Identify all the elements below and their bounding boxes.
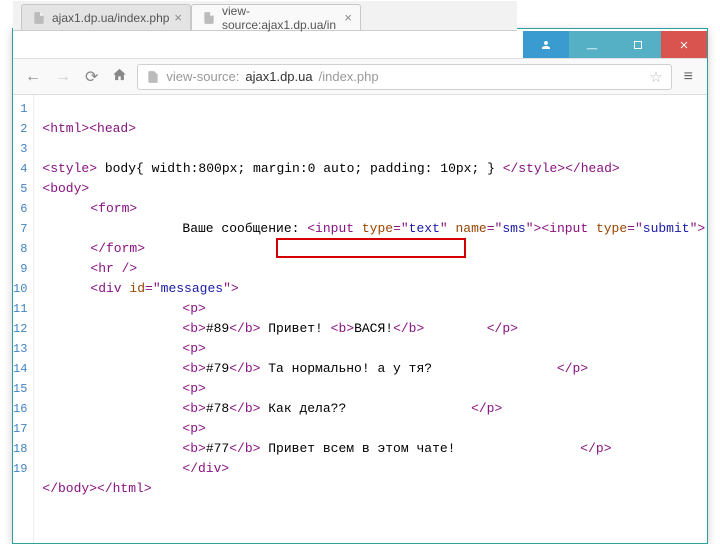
url-scheme: view-source: <box>166 69 239 84</box>
back-button[interactable]: ← <box>21 68 45 86</box>
code-token: id <box>129 281 145 296</box>
code-token: Та нормально! а у тя? <box>260 361 556 376</box>
code-token: type <box>596 221 627 236</box>
code-token: <p> <box>182 341 205 356</box>
code-token: <head> <box>89 121 136 136</box>
code-token: =" <box>487 221 503 236</box>
code-token: #78 <box>206 401 229 416</box>
home-button[interactable] <box>108 67 131 87</box>
code-token: <b> <box>182 441 205 456</box>
browser-toolbar: ← → ⟳ view-source: ajax1.dp.ua/index.php … <box>13 59 707 95</box>
user-icon[interactable] <box>523 31 569 58</box>
window-titlebar: _ <box>13 31 707 59</box>
code-token: name <box>456 221 487 236</box>
file-icon <box>146 70 160 84</box>
code-token: =" <box>393 221 409 236</box>
code-token: <input <box>307 221 362 236</box>
code-token <box>424 321 486 336</box>
code-token: <b> <box>331 321 354 336</box>
code-token: body{ width:800px; margin:0 auto; paddin… <box>97 161 503 176</box>
forward-button[interactable]: → <box>51 68 75 86</box>
line-gutter: 12345678910111213141516171819 <box>13 95 34 543</box>
source-viewer: 12345678910111213141516171819 <html><hea… <box>13 95 707 543</box>
code-token: "> <box>223 281 239 296</box>
code-token: </b> <box>229 401 260 416</box>
code-token: <hr /> <box>90 261 137 276</box>
reload-button[interactable]: ⟳ <box>81 67 102 87</box>
code-token: text <box>409 221 440 236</box>
code-token: ВАСЯ! <box>354 321 393 336</box>
tab-page[interactable]: ajax1.dp.ua/index.php × <box>21 4 191 30</box>
code-token: submit <box>643 221 690 236</box>
code-token: <b> <box>182 361 205 376</box>
code-token: <html> <box>42 121 89 136</box>
bookmark-star-icon[interactable]: ☆ <box>649 68 662 86</box>
code-token: <p> <box>182 381 205 396</box>
code-token: </html> <box>97 481 152 496</box>
minimize-button[interactable]: _ <box>569 31 615 58</box>
code-token: Как дела?? <box>260 401 471 416</box>
code-token: </b> <box>393 321 424 336</box>
code-token: </b> <box>229 321 260 336</box>
code-token: <b> <box>182 321 205 336</box>
code-token: "> <box>526 221 542 236</box>
file-icon <box>32 11 46 25</box>
code-token: <b> <box>182 401 205 416</box>
code-token: <div <box>90 281 129 296</box>
code-token: Привет всем в этом чате! <box>260 441 580 456</box>
code-token: </head> <box>565 161 620 176</box>
tab-viewsource[interactable]: view-source:ajax1.dp.ua/in × <box>191 4 361 30</box>
maximize-button[interactable] <box>615 31 661 58</box>
code-token: #77 <box>206 441 229 456</box>
code-token: </p> <box>557 361 588 376</box>
code-token: </p> <box>487 321 518 336</box>
code-token: <p> <box>182 301 205 316</box>
code-token: <p> <box>182 421 205 436</box>
code-token: " <box>440 221 456 236</box>
url-host: ajax1.dp.ua <box>245 69 312 84</box>
code-token: <style> <box>42 161 97 176</box>
code-token: messages <box>161 281 223 296</box>
code-token: </p> <box>580 441 611 456</box>
close-button[interactable] <box>661 31 707 58</box>
injection-highlight <box>276 238 466 258</box>
code-token: </body> <box>42 481 97 496</box>
code-token: <form> <box>90 201 137 216</box>
code-token: #79 <box>206 361 229 376</box>
code-token: "> <box>690 221 706 236</box>
code-token: =" <box>627 221 643 236</box>
browser-window: ajax1.dp.ua/index.php × view-source:ajax… <box>12 28 708 544</box>
close-icon[interactable]: × <box>174 10 182 25</box>
url-path: /index.php <box>319 69 379 84</box>
code-token: type <box>362 221 393 236</box>
code-token: Ваше сообщение: <box>182 221 307 236</box>
code-token: </div> <box>182 461 229 476</box>
close-icon[interactable]: × <box>344 10 352 25</box>
tab-label: ajax1.dp.ua/index.php <box>52 11 169 25</box>
source-code[interactable]: <html><head> <style> body{ width:800px; … <box>34 95 713 543</box>
code-token: <body> <box>42 181 89 196</box>
code-token: =" <box>145 281 161 296</box>
tab-strip: ajax1.dp.ua/index.php × view-source:ajax… <box>13 1 517 31</box>
code-token: </p> <box>471 401 502 416</box>
address-bar[interactable]: view-source: ajax1.dp.ua/index.php ☆ <box>137 64 671 90</box>
tab-label: view-source:ajax1.dp.ua/in <box>222 4 336 32</box>
code-token: Привет! <box>260 321 330 336</box>
hamburger-menu-icon[interactable]: ≡ <box>678 68 699 86</box>
code-token: </style> <box>503 161 565 176</box>
code-token: </form> <box>90 241 145 256</box>
file-icon <box>202 11 216 25</box>
code-token: sms <box>502 221 525 236</box>
code-token: #89 <box>206 321 229 336</box>
code-token: </b> <box>229 361 260 376</box>
code-token: </b> <box>229 441 260 456</box>
code-token: <input <box>541 221 596 236</box>
